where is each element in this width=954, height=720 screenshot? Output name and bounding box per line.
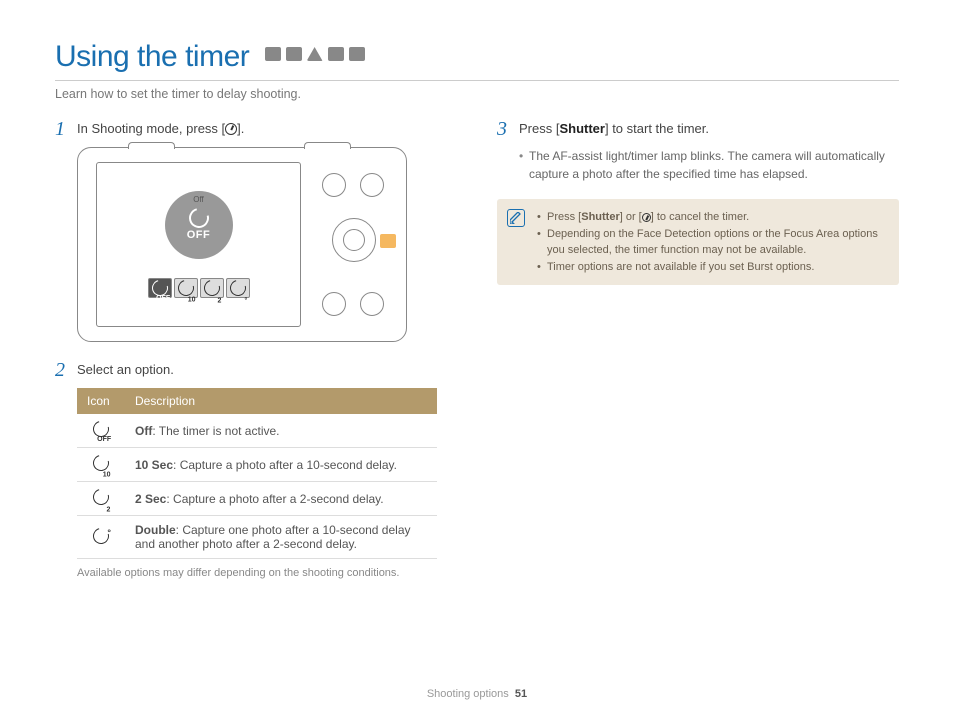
note-bullet: Depending on the Face Detection options … [537, 226, 887, 259]
timer-option-row: OFF 10 2 ° [148, 278, 250, 298]
off-label-big: OFF [187, 229, 211, 241]
divider [55, 80, 899, 81]
timer-double-icon: ° [90, 525, 112, 547]
step-number: 2 [55, 360, 77, 380]
off-caption-small: Off [193, 195, 204, 204]
table-row: 10 10 Sec: Capture a photo after a 10-se… [77, 448, 437, 482]
mode-icon-movie [349, 47, 365, 61]
step-number: 3 [497, 119, 519, 139]
camera-button [360, 292, 384, 316]
camera-screen: Off OFF OFF 10 2 ° [96, 162, 301, 327]
camera-dial [332, 218, 376, 262]
col-icon: Icon [77, 388, 125, 414]
mode-icon-smart [265, 47, 281, 61]
mode-icons-group [265, 47, 365, 61]
opt-double-icon: ° [226, 278, 250, 298]
step-number: 1 [55, 119, 77, 139]
intro-text: Learn how to set the timer to delay shoo… [55, 87, 899, 101]
timer-icon [225, 123, 237, 135]
step-2-text: Select an option. [77, 360, 174, 377]
timer-2-icon: 2 [90, 486, 112, 508]
left-column: 1 In Shooting mode, press []. Off OFF OF… [55, 119, 457, 579]
camera-button [322, 292, 346, 316]
col-desc: Description [125, 388, 437, 414]
page-footer: Shooting options 51 [0, 688, 954, 700]
note-box: Press [Shutter] or [] to cancel the time… [497, 199, 899, 285]
camera-illustration: Off OFF OFF 10 2 ° [77, 147, 407, 342]
camera-button [322, 173, 346, 197]
page-header: Using the timer [55, 40, 899, 74]
mode-icon-dual [328, 47, 344, 61]
camera-button [360, 173, 384, 197]
step-3: 3 Press [Shutter] to start the timer. [497, 119, 899, 139]
camera-dial-highlight [380, 234, 396, 248]
timer-10-icon: 10 [90, 452, 112, 474]
step-1-text: In Shooting mode, press []. [77, 119, 244, 136]
mode-icon-program [286, 47, 302, 61]
step-3-text: Press [Shutter] to start the timer. [519, 119, 709, 136]
timer-dial-graphic: Off OFF [165, 191, 233, 259]
step-3-bullets: The AF-assist light/timer lamp blinks. T… [519, 147, 899, 183]
note-bullet: Timer options are not available if you s… [537, 259, 887, 276]
options-table: Icon Description OFF Off: The timer is n… [77, 388, 437, 559]
timer-arc-icon [185, 205, 212, 232]
step-2: 2 Select an option. [55, 360, 457, 380]
bullet: The AF-assist light/timer lamp blinks. T… [519, 147, 899, 183]
note-icon [507, 209, 525, 227]
page-title: Using the timer [55, 40, 249, 74]
timer-icon [642, 213, 651, 222]
table-row: OFF Off: The timer is not active. [77, 414, 437, 448]
right-column: 3 Press [Shutter] to start the timer. Th… [497, 119, 899, 579]
timer-off-icon: OFF [90, 418, 112, 440]
opt-2-icon: 2 [200, 278, 224, 298]
footer-section: Shooting options [427, 688, 509, 700]
note-bullet: Press [Shutter] or [] to cancel the time… [537, 209, 887, 226]
step-1: 1 In Shooting mode, press []. [55, 119, 457, 139]
table-row: ° Double: Capture one photo after a 10-s… [77, 516, 437, 559]
opt-10-icon: 10 [174, 278, 198, 298]
table-row: 2 2 Sec: Capture a photo after a 2-secon… [77, 482, 437, 516]
opt-off-icon: OFF [148, 278, 172, 298]
footer-page-number: 51 [515, 688, 527, 700]
table-caption: Available options may differ depending o… [77, 567, 457, 579]
mode-icon-scene [307, 47, 323, 61]
